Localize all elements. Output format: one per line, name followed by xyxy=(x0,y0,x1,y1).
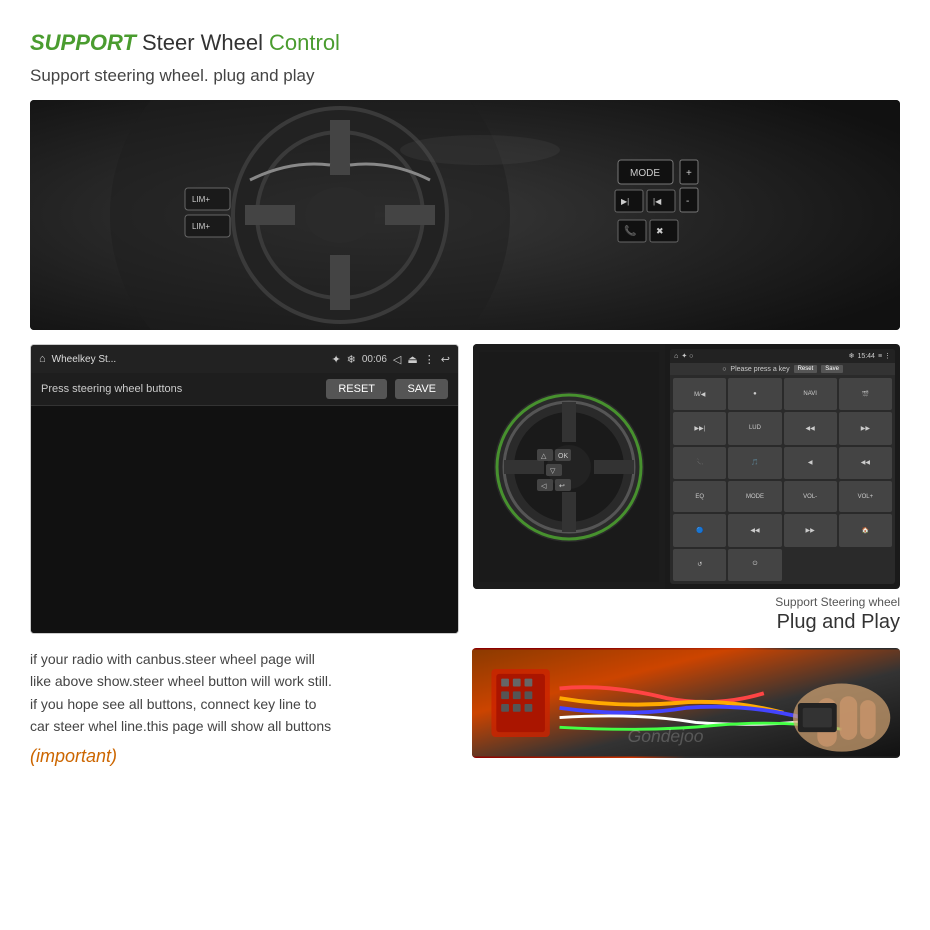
important-text: (important) xyxy=(30,746,458,767)
steering-wheel-photo: LIM+ LIM+ MODE + - ▶| |◀ 📞 ✖ xyxy=(30,100,900,330)
statusbar: ⌂ Wheelkey St... ✦ ❄ 00:06 ◁ ⏏ ⋮ ↩ xyxy=(31,345,458,373)
grid-btn-18: ◀◀ xyxy=(728,514,781,546)
app-name: Wheelkey St... xyxy=(52,354,326,365)
mini-save-btn[interactable]: Save xyxy=(821,365,843,373)
desc-line2: like above show.steer wheel button will … xyxy=(30,673,332,689)
grid-btn-13: EQ xyxy=(673,481,726,512)
support-steering-label: Support Steering wheel xyxy=(473,595,900,609)
grid-btn-7: ◀◀ xyxy=(784,412,837,444)
mini-time: 15:44 xyxy=(857,353,875,360)
reset-button[interactable]: RESET xyxy=(326,379,387,399)
back-icon: ↩ xyxy=(441,353,450,366)
steering-photo-svg: LIM+ LIM+ MODE + - ▶| |◀ 📞 ✖ xyxy=(30,100,900,330)
mini-button-grid: M/◀ ● NAVI 🎬 ▶▶| LUD ◀◀ ▶▶ 📞 🎵 ◀ ◀◀ EQ M… xyxy=(670,375,895,584)
mini-reset-btn[interactable]: Reset xyxy=(794,365,818,373)
grid-btn-5: ▶▶| xyxy=(673,412,726,444)
grid-btn-2: ● xyxy=(728,378,781,410)
svg-text:+: + xyxy=(686,168,692,179)
grid-btn-11: ◀ xyxy=(784,447,837,479)
mini-icons: ✦ ○ xyxy=(681,352,693,360)
mini-home-icon: ⌂ xyxy=(674,353,678,360)
save-button[interactable]: SAVE xyxy=(395,379,448,399)
svg-text:LIM+: LIM+ xyxy=(192,222,210,231)
desc-line3: if you hope see all buttons, connect key… xyxy=(30,696,316,712)
svg-text:▽: ▽ xyxy=(550,468,556,475)
svg-text:📞: 📞 xyxy=(624,224,637,237)
mini-please-text: Please press a key xyxy=(730,366,789,373)
press-text: Press steering wheel buttons xyxy=(41,383,182,395)
right-panel: △ OK ▽ ◁ ↩ ⌂ ✦ ○ ❄ xyxy=(473,344,900,634)
grid-btn-22: ⏻ xyxy=(728,549,781,581)
home-icon: ⌂ xyxy=(39,353,46,365)
svg-text:Gondejoo: Gondejoo xyxy=(628,726,704,746)
mini-steering-svg: △ OK ▽ ◁ ↩ xyxy=(479,352,659,582)
svg-text:◁: ◁ xyxy=(541,483,547,490)
title-support: SUPPORT xyxy=(30,30,136,56)
eject-icon: ⏏ xyxy=(407,353,417,366)
grid-btn-10: 🎵 xyxy=(728,447,781,479)
grid-btn-4: 🎬 xyxy=(839,378,892,410)
svg-text:MODE: MODE xyxy=(630,168,660,179)
svg-text:↩: ↩ xyxy=(559,483,565,490)
wires-photo: Gondejoo xyxy=(472,648,900,758)
status-time: 00:06 xyxy=(362,354,387,365)
grid-btn-16: VOL+ xyxy=(839,481,892,512)
desc-line1: if your radio with canbus.steer wheel pa… xyxy=(30,651,315,667)
right-labels: Support Steering wheel Plug and Play xyxy=(473,589,900,634)
bottom-panels: ⌂ Wheelkey St... ✦ ❄ 00:06 ◁ ⏏ ⋮ ↩ Press… xyxy=(30,344,900,634)
mini-statusbar: ⌂ ✦ ○ ❄ 15:44 ≡ ⋮ xyxy=(670,349,895,363)
menu-icon: ⋮ xyxy=(424,353,435,366)
grid-btn-17: 🔵 xyxy=(673,514,726,546)
svg-text:-: - xyxy=(686,196,689,207)
grid-btn-3: NAVI xyxy=(784,378,837,410)
grid-btn-12: ◀◀ xyxy=(839,447,892,479)
svg-text:▶|: ▶| xyxy=(621,197,629,206)
grid-btn-15: VOL- xyxy=(784,481,837,512)
mini-please-bar: ○ Please press a key Reset Save xyxy=(670,363,895,375)
bt-icon: ✦ xyxy=(331,353,340,366)
mini-icons2: ≡ ⋮ xyxy=(878,352,891,360)
title-control: Control xyxy=(269,30,340,56)
controls-bar: Press steering wheel buttons RESET SAVE xyxy=(31,373,458,406)
title-line: SUPPORT Steer Wheel Control xyxy=(30,30,900,56)
title-steer: Steer Wheel xyxy=(142,30,263,56)
bottom-left-text: if your radio with canbus.steer wheel pa… xyxy=(30,648,458,767)
wires-photo-area: Gondejoo xyxy=(472,648,900,767)
svg-text:△: △ xyxy=(541,453,547,460)
svg-text:|◀: |◀ xyxy=(653,197,662,206)
grid-btn-9: 📞 xyxy=(673,447,726,479)
grid-btn-14: MODE xyxy=(728,481,781,512)
grid-btn-21: ↺ xyxy=(673,549,726,581)
mini-android-screen: ⌂ ✦ ○ ❄ 15:44 ≡ ⋮ ○ Please press a key R… xyxy=(670,349,895,584)
mini-please-icon: ○ xyxy=(722,366,726,373)
panel-content xyxy=(31,406,458,633)
desc-line4: car steer whel line.this page will show … xyxy=(30,718,331,734)
left-app-panel: ⌂ Wheelkey St... ✦ ❄ 00:06 ◁ ⏏ ⋮ ↩ Press… xyxy=(30,344,459,634)
wires-svg: Gondejoo xyxy=(472,648,900,758)
grid-btn-8: ▶▶ xyxy=(839,412,892,444)
svg-text:LIM+: LIM+ xyxy=(192,195,210,204)
steering-circle-area: △ OK ▽ ◁ ↩ xyxy=(473,344,665,589)
subtitle: Support steering wheel. plug and play xyxy=(30,66,900,86)
grid-btn-6: LUD xyxy=(728,412,781,444)
grid-btn-19: ▶▶ xyxy=(784,514,837,546)
grid-btn-1: M/◀ xyxy=(673,378,726,410)
plug-play-label: Plug and Play xyxy=(473,611,900,634)
svg-text:✖: ✖ xyxy=(656,226,664,236)
vol-icon: ◁ xyxy=(393,353,401,366)
grid-btn-20: 🏠 xyxy=(839,514,892,546)
svg-text:OK: OK xyxy=(558,453,568,460)
desc-text: if your radio with canbus.steer wheel pa… xyxy=(30,648,458,738)
bt-icon2: ❄ xyxy=(347,353,356,366)
right-top: △ OK ▽ ◁ ↩ ⌂ ✦ ○ ❄ xyxy=(473,344,900,589)
bottom-text-area: if your radio with canbus.steer wheel pa… xyxy=(30,648,900,767)
mini-bt: ❄ xyxy=(849,352,855,360)
action-buttons: RESET SAVE xyxy=(326,379,448,399)
page-wrapper: SUPPORT Steer Wheel Control Support stee… xyxy=(0,0,930,930)
